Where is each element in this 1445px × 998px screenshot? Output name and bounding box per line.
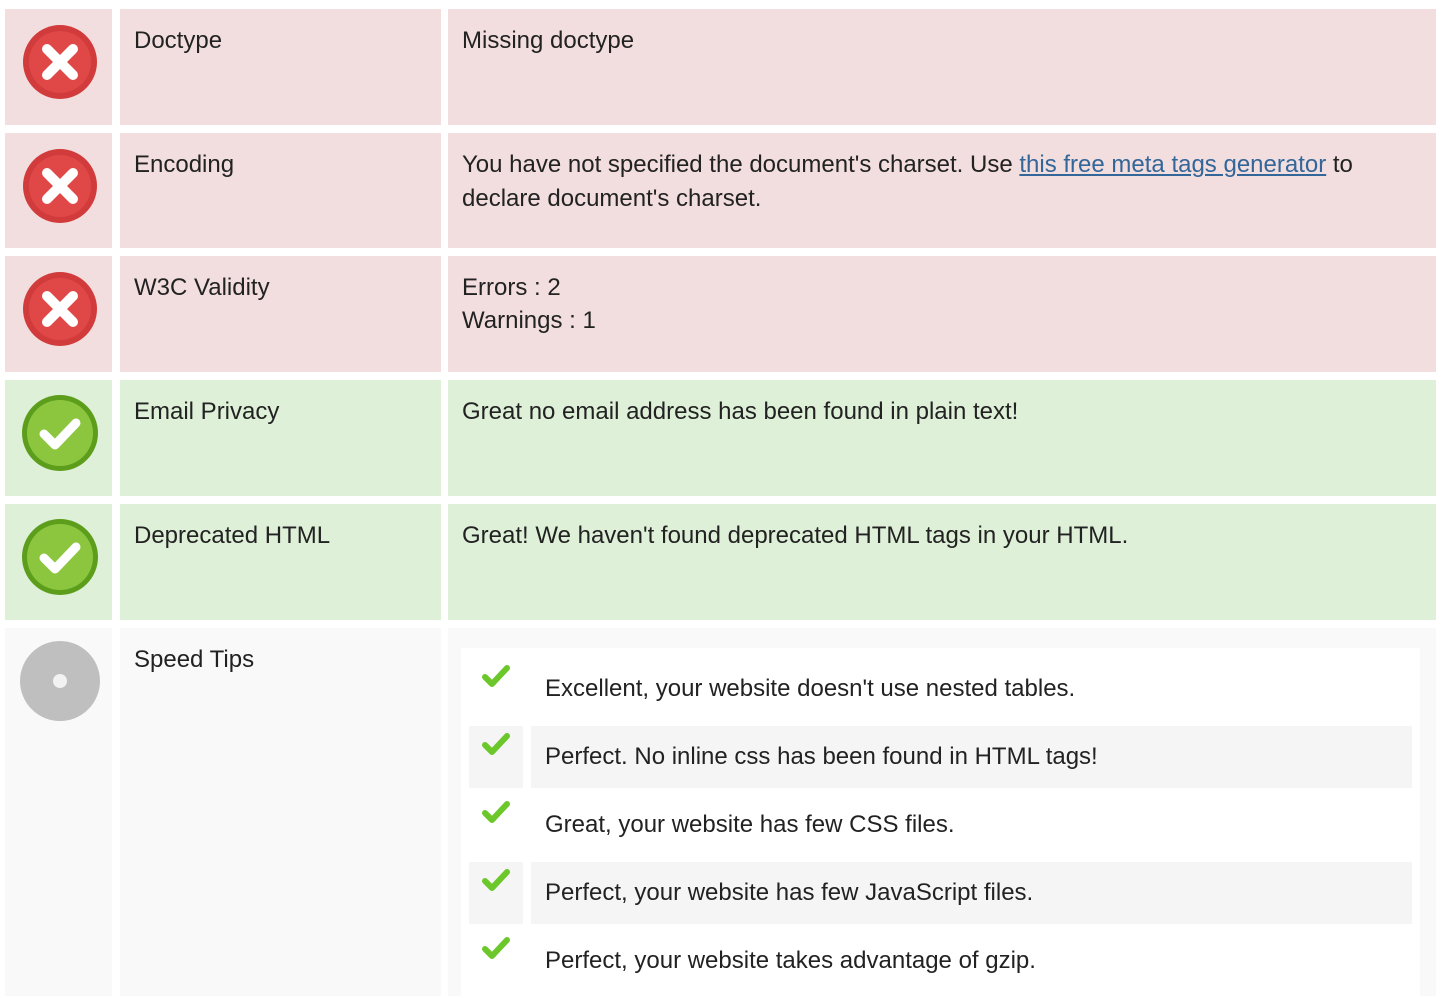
row-detail: You have not specified the document's ch… — [448, 133, 1436, 248]
list-item: Perfect, your website takes advantage of… — [469, 930, 1412, 992]
success-check-icon — [22, 519, 98, 595]
list-item: Perfect, your website has few JavaScript… — [469, 862, 1412, 924]
status-cell — [5, 9, 112, 125]
row-detail: Excellent, your website doesn't use nest… — [448, 628, 1436, 998]
status-cell — [5, 628, 112, 996]
status-cell — [5, 504, 112, 620]
seo-report-table: Doctype Missing doctype Encoding You hav… — [0, 0, 1445, 998]
tip-text: Perfect, your website has few JavaScript… — [531, 862, 1412, 924]
report-row-encoding: Encoding You have not specified the docu… — [0, 133, 1445, 248]
check-mark-icon — [469, 862, 523, 924]
status-cell — [5, 380, 112, 496]
check-mark-icon — [469, 726, 523, 788]
tip-text: Excellent, your website doesn't use nest… — [545, 675, 1076, 702]
list-item: Perfect. No inline css has been found in… — [469, 726, 1412, 788]
row-label: W3C Validity — [120, 256, 441, 372]
row-detail: Great no email address has been found in… — [448, 380, 1436, 496]
errors-count: Errors : 2 — [462, 274, 561, 301]
status-cell — [5, 256, 112, 372]
row-label: Email Privacy — [120, 380, 441, 496]
tip-text: Perfect, your website takes advantage of… — [545, 947, 1036, 974]
list-item: Excellent, your website doesn't use nest… — [469, 658, 1412, 720]
meta-tags-generator-link[interactable]: this free meta tags generator — [1019, 151, 1326, 178]
row-label: Encoding — [120, 133, 441, 248]
neutral-dot-icon — [20, 641, 100, 721]
error-x-icon — [23, 272, 97, 346]
row-label: Deprecated HTML — [120, 504, 441, 620]
row-detail: Missing doctype — [448, 9, 1436, 125]
check-mark-icon — [469, 794, 523, 856]
tip-text: Perfect. No inline css has been found in… — [531, 726, 1412, 788]
detail-text-before: You have not specified the document's ch… — [462, 151, 1020, 178]
warnings-count: Warnings : 1 — [462, 307, 596, 334]
report-row-email-privacy: Email Privacy Great no email address has… — [0, 380, 1445, 496]
list-item: Great, your website has few CSS files. — [469, 794, 1412, 856]
speed-tips-list: Excellent, your website doesn't use nest… — [461, 648, 1420, 998]
tip-text: Great, your website has few CSS files. — [545, 811, 955, 838]
row-detail: Errors : 2 Warnings : 1 — [448, 256, 1436, 372]
row-label: Speed Tips — [120, 628, 441, 996]
report-row-doctype: Doctype Missing doctype — [0, 9, 1445, 125]
success-check-icon — [22, 395, 98, 471]
check-mark-icon — [469, 930, 523, 992]
report-row-w3c-validity: W3C Validity Errors : 2 Warnings : 1 — [0, 256, 1445, 372]
row-detail: Great! We haven't found deprecated HTML … — [448, 504, 1436, 620]
check-mark-icon — [469, 658, 523, 720]
row-label: Doctype — [120, 9, 441, 125]
error-x-icon — [23, 149, 97, 223]
status-cell — [5, 133, 112, 248]
report-row-deprecated-html: Deprecated HTML Great! We haven't found … — [0, 504, 1445, 620]
report-row-speed-tips: Speed Tips Excellent, your website doesn… — [0, 628, 1445, 998]
error-x-icon — [23, 25, 97, 99]
